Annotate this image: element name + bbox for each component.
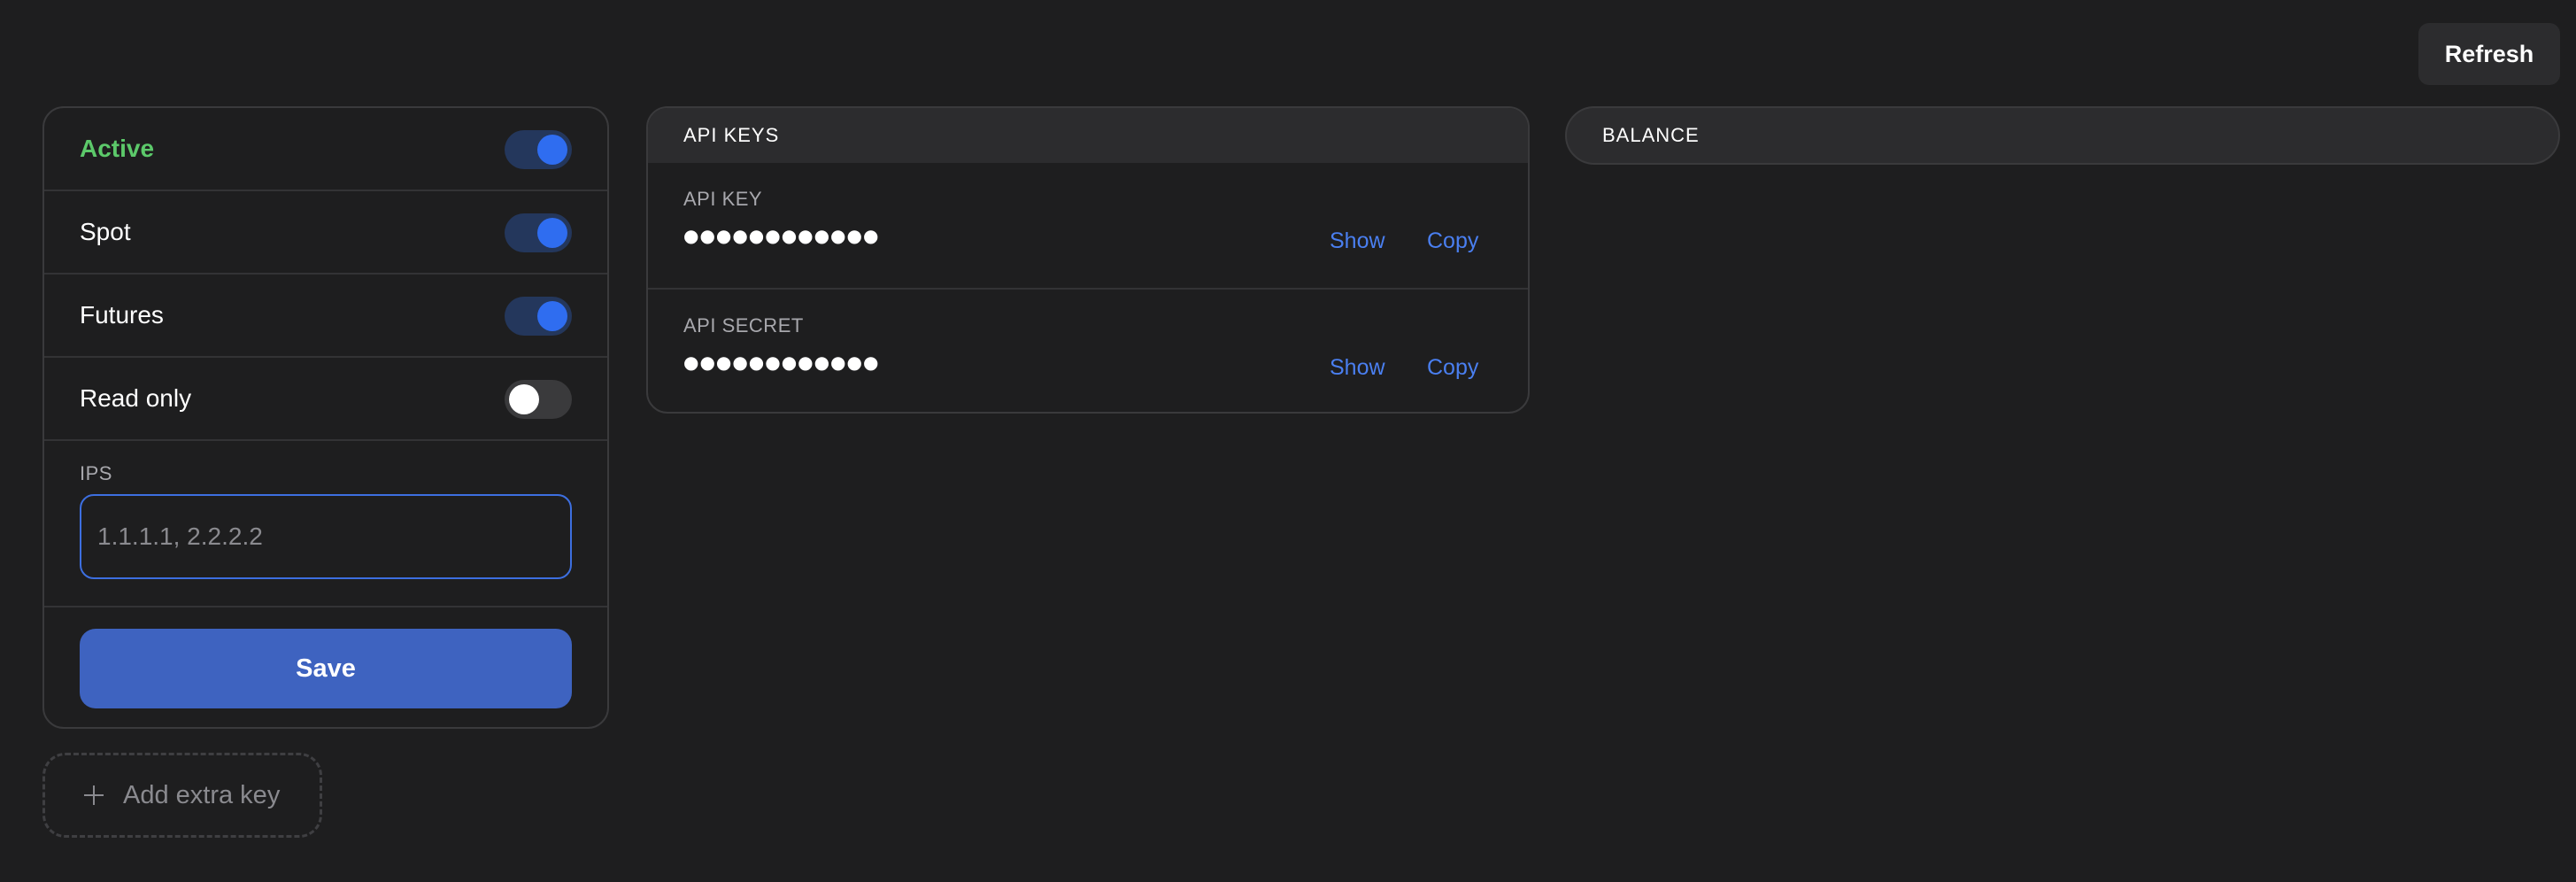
- ips-input[interactable]: [80, 494, 572, 579]
- copy-api-key-link[interactable]: Copy: [1427, 228, 1478, 254]
- api-keys-header: API KEYS: [648, 108, 1528, 163]
- active-toggle[interactable]: [505, 130, 572, 169]
- spot-toggle[interactable]: [505, 213, 572, 252]
- toggle-knob: [537, 135, 567, 165]
- show-api-secret-link[interactable]: Show: [1330, 355, 1385, 381]
- toggle-knob: [509, 384, 539, 414]
- show-api-key-link[interactable]: Show: [1330, 228, 1385, 254]
- toggle-knob: [537, 218, 567, 248]
- api-key-label: API KEY: [683, 188, 763, 210]
- api-key-value: ●●●●●●●●●●●●: [683, 225, 880, 246]
- toggle-row-active: Active: [44, 108, 607, 191]
- copy-api-secret-link[interactable]: Copy: [1427, 355, 1478, 381]
- api-secret-value: ●●●●●●●●●●●●: [683, 352, 880, 373]
- plus-icon: [84, 785, 104, 805]
- toggle-label-active: Active: [80, 135, 155, 162]
- toggle-row-read-only: Read only: [44, 358, 607, 441]
- toggle-label-read-only: Read only: [80, 384, 192, 412]
- toggle-label-spot: Spot: [80, 218, 131, 245]
- api-secret-label: API SECRET: [683, 314, 804, 337]
- save-section: Save: [44, 607, 607, 727]
- api-keys-panel: API KEYS API KEY ●●●●●●●●●●●● Show Copy …: [646, 106, 1530, 414]
- add-extra-key-button[interactable]: Add extra key: [42, 753, 322, 838]
- toggle-knob: [537, 301, 567, 331]
- key-settings-panel: Active Spot Futures Read only IPS Save: [42, 106, 609, 729]
- read-only-toggle[interactable]: [505, 380, 572, 419]
- ips-section: IPS: [44, 441, 607, 607]
- toggle-row-spot: Spot: [44, 191, 607, 275]
- api-key-row: API KEY ●●●●●●●●●●●● Show Copy: [648, 163, 1528, 288]
- futures-toggle[interactable]: [505, 297, 572, 336]
- api-secret-row: API SECRET ●●●●●●●●●●●● Show Copy: [648, 288, 1528, 412]
- add-extra-key-label: Add extra key: [123, 780, 281, 809]
- ips-label: IPS: [80, 462, 112, 484]
- balance-title: BALANCE: [1602, 124, 1700, 146]
- toggle-label-futures: Futures: [80, 301, 164, 329]
- refresh-button[interactable]: Refresh: [2418, 23, 2560, 85]
- balance-panel[interactable]: BALANCE: [1565, 106, 2560, 165]
- toggle-row-futures: Futures: [44, 275, 607, 358]
- save-button[interactable]: Save: [80, 629, 572, 708]
